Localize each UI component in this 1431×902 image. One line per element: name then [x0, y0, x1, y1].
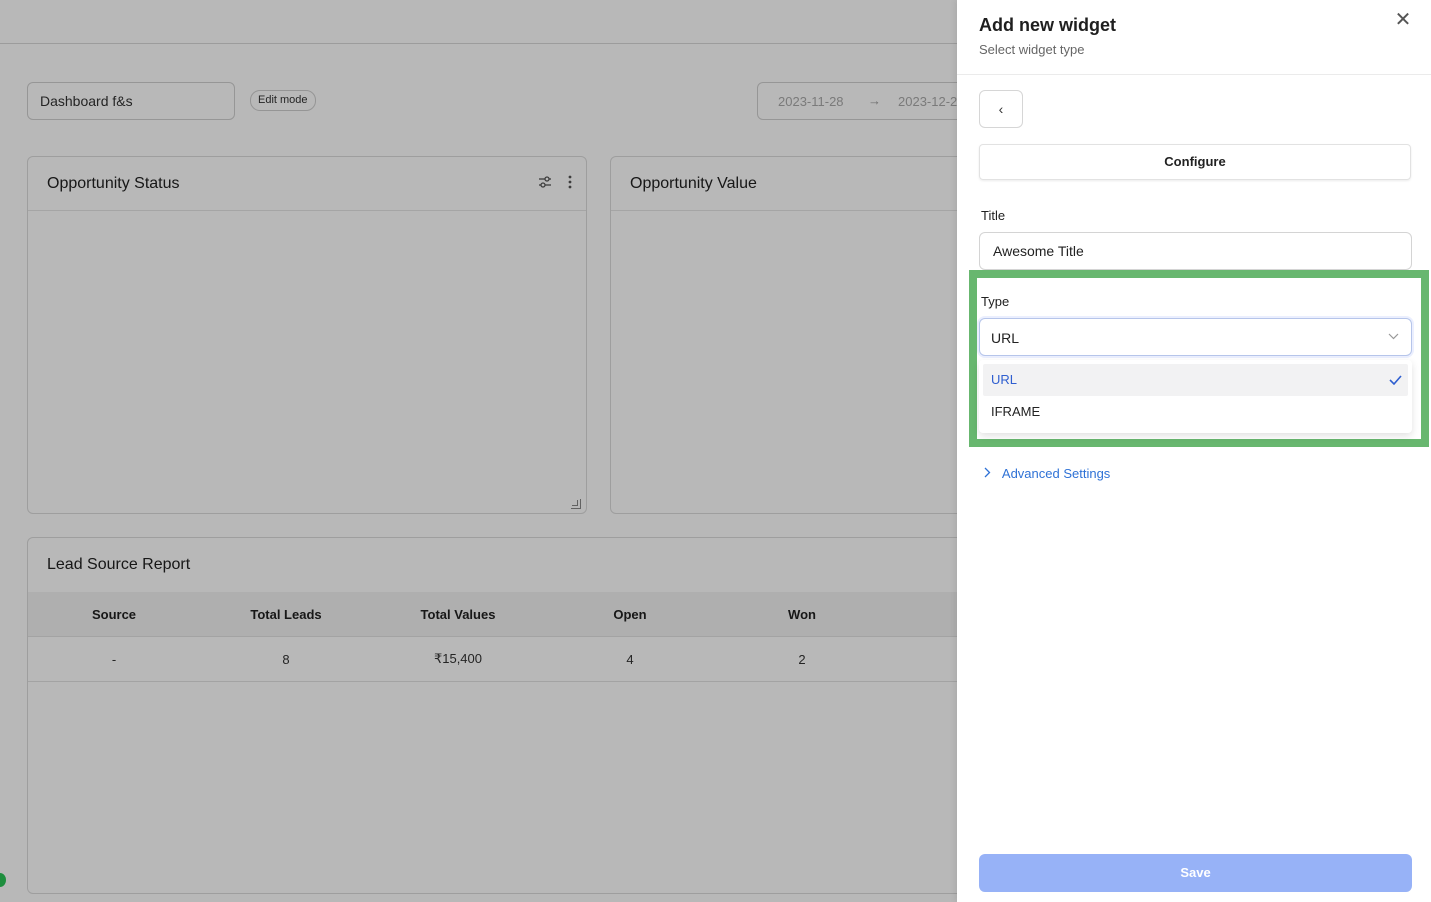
drawer-subtitle: Select widget type: [979, 42, 1085, 57]
drawer-header: Add new widget Select widget type ✕: [957, 0, 1431, 75]
option-url[interactable]: URL: [983, 364, 1408, 396]
option-label: IFRAME: [991, 404, 1041, 419]
add-widget-drawer: Add new widget Select widget type ✕ ‹ Co…: [957, 0, 1431, 902]
option-iframe[interactable]: IFRAME: [983, 396, 1408, 428]
back-button[interactable]: ‹: [979, 90, 1023, 128]
title-input[interactable]: [979, 232, 1412, 270]
modal-overlay[interactable]: [0, 0, 957, 902]
option-label: URL: [991, 372, 1018, 387]
type-label: Type: [981, 294, 1010, 309]
advanced-settings-toggle[interactable]: Advanced Settings: [984, 466, 1110, 481]
save-button[interactable]: Save: [979, 854, 1412, 892]
close-icon[interactable]: ✕: [1393, 10, 1413, 30]
tab-configure[interactable]: Configure: [979, 144, 1411, 180]
checkmark-icon: [1389, 364, 1402, 396]
advanced-settings-label: Advanced Settings: [1001, 466, 1111, 481]
type-dropdown-menu: URL IFRAME: [979, 360, 1412, 433]
type-select[interactable]: URL: [979, 318, 1412, 356]
title-label: Title: [981, 208, 1006, 223]
type-select-value: URL: [991, 330, 1020, 346]
drawer-title: Add new widget: [979, 15, 1116, 35]
chevron-right-icon: [984, 466, 991, 481]
chevron-down-icon: [1388, 329, 1399, 343]
